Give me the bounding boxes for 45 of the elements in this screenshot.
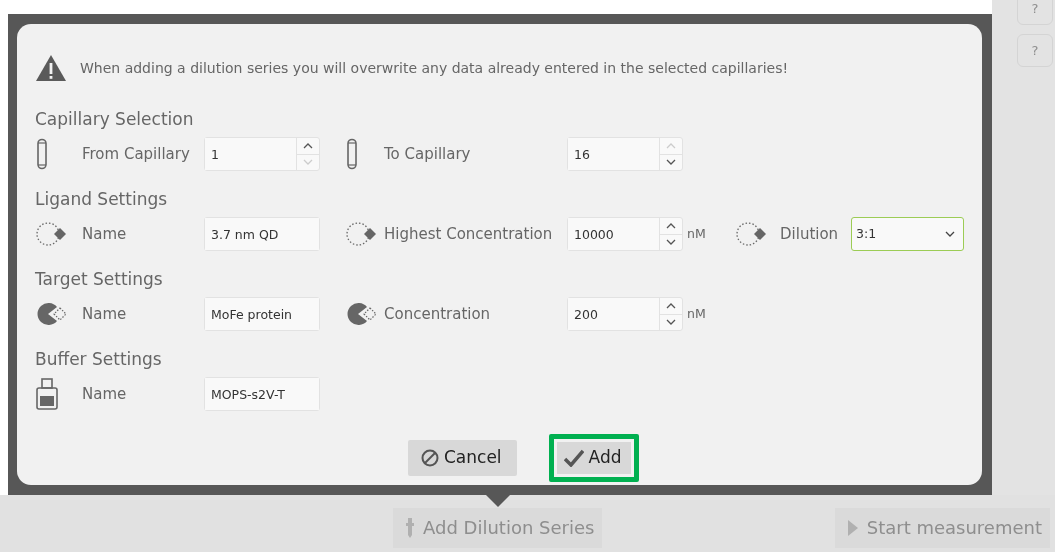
warning-icon xyxy=(35,54,67,82)
target-icon xyxy=(35,301,67,327)
chevron-down-icon[interactable] xyxy=(665,158,676,167)
field-label: Name xyxy=(82,223,128,245)
ligand-icon xyxy=(345,221,377,247)
target-icon xyxy=(345,301,377,327)
warning-message: When adding a dilution series you will overwrite any data already entered in the selected capillaries! xyxy=(80,58,789,78)
chevron-up-icon[interactable] xyxy=(302,141,313,150)
input-field[interactable]: MOPS-s2V-T xyxy=(205,378,319,410)
ligand-icon xyxy=(735,221,767,247)
capillary-icon xyxy=(345,138,359,170)
field-label: Dilution xyxy=(780,223,840,245)
number-spinner[interactable]: 200 xyxy=(567,297,683,331)
chevron-down-icon[interactable] xyxy=(665,238,676,247)
input-field[interactable]: 3.7 nm QD xyxy=(205,218,319,250)
number-spinner[interactable]: 16 xyxy=(567,137,683,171)
input-field[interactable]: MoFe protein xyxy=(205,298,319,330)
section-heading: Ligand Settings xyxy=(35,188,169,210)
dropdown[interactable]: 3:1 xyxy=(851,217,964,251)
chevron-up-icon[interactable] xyxy=(665,221,676,230)
play-icon xyxy=(846,518,859,537)
capillary-icon xyxy=(35,138,49,170)
number-spinner[interactable]: 1 xyxy=(204,137,320,171)
section-heading: Capillary Selection xyxy=(35,108,195,130)
unit-label: nM xyxy=(687,305,706,321)
ligand-icon xyxy=(35,221,67,247)
field-label: Highest Concentration xyxy=(384,223,554,245)
chevron-up-icon[interactable] xyxy=(665,301,676,310)
check-icon xyxy=(563,449,584,467)
number-spinner[interactable]: 10000 xyxy=(567,217,683,251)
field-label: Concentration xyxy=(384,303,492,325)
field-label: From Capillary xyxy=(82,143,191,165)
unit-label: nM xyxy=(687,225,706,241)
add-button[interactable]: Add xyxy=(548,434,639,482)
field-label: Name xyxy=(82,383,128,405)
field-label: Name xyxy=(82,303,128,325)
caret-icon xyxy=(945,230,955,238)
pipette-icon xyxy=(405,516,415,539)
field-label: To Capillary xyxy=(384,143,472,165)
bottle-icon xyxy=(35,378,59,410)
chevron-down-icon[interactable] xyxy=(665,318,676,327)
cancel-icon xyxy=(421,449,439,467)
section-heading: Target Settings xyxy=(35,268,164,290)
cancel-button[interactable]: Cancel xyxy=(408,440,517,476)
section-heading: Buffer Settings xyxy=(35,348,163,370)
